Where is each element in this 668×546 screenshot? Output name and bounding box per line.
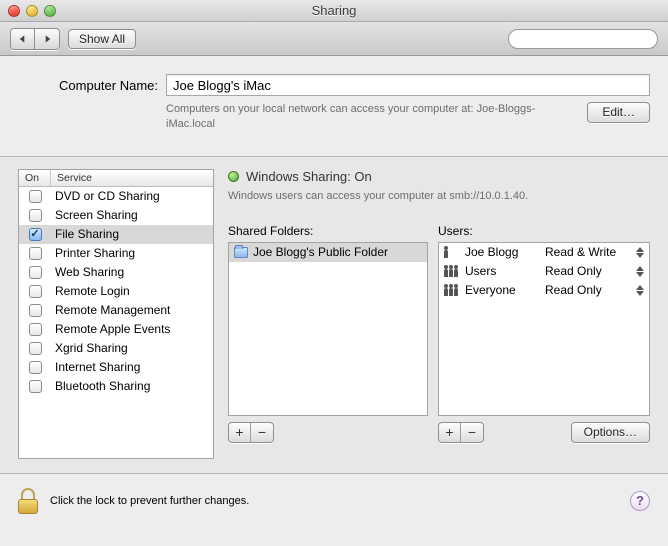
service-label: File Sharing [51, 227, 213, 241]
status-led-icon [228, 171, 239, 182]
folder-label: Joe Blogg's Public Folder [253, 245, 388, 259]
remove-folder-button[interactable]: − [251, 423, 273, 442]
services-list[interactable]: DVD or CD Sharing Screen Sharing File Shar… [19, 187, 213, 458]
permission-stepper-icon[interactable] [636, 285, 645, 296]
toolbar: Show All [0, 22, 668, 56]
edit-button[interactable]: Edit… [587, 102, 650, 123]
service-row[interactable]: Remote Management [19, 301, 213, 320]
lock-text: Click the lock to prevent further change… [50, 495, 249, 507]
service-label: Internet Sharing [51, 360, 213, 374]
service-label: Xgrid Sharing [51, 341, 213, 355]
service-row[interactable]: Internet Sharing [19, 358, 213, 377]
service-row[interactable]: Web Sharing [19, 263, 213, 282]
service-row[interactable]: Printer Sharing [19, 244, 213, 263]
service-checkbox[interactable] [29, 209, 42, 222]
permission-stepper-icon[interactable] [636, 266, 645, 277]
folder-item[interactable]: Joe Blogg's Public Folder [229, 243, 427, 262]
forward-button[interactable] [35, 29, 59, 49]
service-label: Remote Login [51, 284, 213, 298]
service-row[interactable]: Remote Login [19, 282, 213, 301]
status-row: Windows Sharing: On [228, 169, 650, 184]
service-row[interactable]: Screen Sharing [19, 206, 213, 225]
services-table: On Service DVD or CD Sharing Screen Shari… [18, 169, 214, 459]
shared-folders-label: Shared Folders: [228, 224, 428, 238]
user-row[interactable]: Joe Blogg [439, 243, 539, 262]
permission-cell[interactable]: Read Only [539, 262, 649, 281]
search-field[interactable] [508, 29, 658, 49]
service-row[interactable]: File Sharing [19, 225, 213, 244]
service-row[interactable]: Remote Apple Events [19, 320, 213, 339]
service-label: Screen Sharing [51, 208, 213, 222]
shared-folders-panel: Shared Folders: Joe Blogg's Public Folde… [228, 224, 428, 443]
service-checkbox[interactable] [29, 361, 42, 374]
service-checkbox[interactable] [29, 190, 42, 203]
permission-cell[interactable]: Read & Write [539, 243, 649, 262]
users-panel: Users: Joe Blogg Users Everyone Read & Wri… [438, 224, 650, 443]
user-icon [444, 246, 460, 258]
help-button[interactable]: ? [630, 491, 650, 511]
service-checkbox[interactable] [29, 228, 42, 241]
service-checkbox[interactable] [29, 342, 42, 355]
group-icon [444, 265, 460, 277]
lock-icon[interactable] [18, 488, 40, 514]
user-row[interactable]: Users [439, 262, 539, 281]
permission-label: Read Only [545, 283, 602, 297]
service-row[interactable]: Bluetooth Sharing [19, 377, 213, 396]
permission-cell[interactable]: Read Only [539, 281, 649, 300]
service-label: DVD or CD Sharing [51, 189, 213, 203]
status-title: Windows Sharing: On [246, 169, 372, 184]
permission-label: Read & Write [545, 245, 616, 259]
remove-user-button[interactable]: − [461, 423, 483, 442]
user-name: Joe Blogg [465, 245, 518, 259]
service-checkbox[interactable] [29, 323, 42, 336]
computer-name-label: Computer Name: [18, 78, 158, 93]
user-name: Users [465, 264, 496, 278]
computer-name-input[interactable] [166, 74, 650, 96]
service-row[interactable]: Xgrid Sharing [19, 339, 213, 358]
show-all-button[interactable]: Show All [68, 29, 136, 49]
nav-segment [10, 28, 60, 50]
options-button[interactable]: Options… [571, 422, 650, 443]
permission-label: Read Only [545, 264, 602, 278]
service-label: Remote Management [51, 303, 213, 317]
permission-stepper-icon[interactable] [636, 247, 645, 258]
status-subtitle: Windows users can access your computer a… [228, 190, 650, 202]
service-label: Web Sharing [51, 265, 213, 279]
service-label: Bluetooth Sharing [51, 379, 213, 393]
folders-add-remove: + − [228, 422, 274, 443]
titlebar: Sharing [0, 0, 668, 22]
service-checkbox[interactable] [29, 285, 42, 298]
service-checkbox[interactable] [29, 304, 42, 317]
service-checkbox[interactable] [29, 380, 42, 393]
main-panel: On Service DVD or CD Sharing Screen Shari… [0, 157, 668, 474]
detail-pane: Windows Sharing: On Windows users can ac… [228, 169, 650, 459]
footer: Click the lock to prevent further change… [0, 474, 668, 530]
service-checkbox[interactable] [29, 247, 42, 260]
add-user-button[interactable]: + [439, 423, 461, 442]
computer-name-description: Computers on your local network can acce… [166, 102, 577, 132]
add-folder-button[interactable]: + [229, 423, 251, 442]
computer-name-section: Computer Name: Computers on your local n… [0, 56, 668, 140]
service-checkbox[interactable] [29, 266, 42, 279]
shared-folders-list[interactable]: Joe Blogg's Public Folder [228, 242, 428, 416]
search-input[interactable] [519, 33, 661, 45]
folder-icon [234, 247, 248, 258]
user-name: Everyone [465, 283, 516, 297]
services-header-service[interactable]: Service [51, 170, 213, 186]
back-button[interactable] [11, 29, 35, 49]
user-row[interactable]: Everyone [439, 281, 539, 300]
service-row[interactable]: DVD or CD Sharing [19, 187, 213, 206]
services-header-on[interactable]: On [19, 170, 51, 186]
group-icon [444, 284, 460, 296]
service-label: Printer Sharing [51, 246, 213, 260]
users-add-remove: + − [438, 422, 484, 443]
services-header: On Service [19, 170, 213, 187]
users-list[interactable]: Joe Blogg Users Everyone Read & Write Read … [438, 242, 650, 416]
service-label: Remote Apple Events [51, 322, 213, 336]
users-label: Users: [438, 224, 650, 238]
window-title: Sharing [0, 3, 668, 18]
